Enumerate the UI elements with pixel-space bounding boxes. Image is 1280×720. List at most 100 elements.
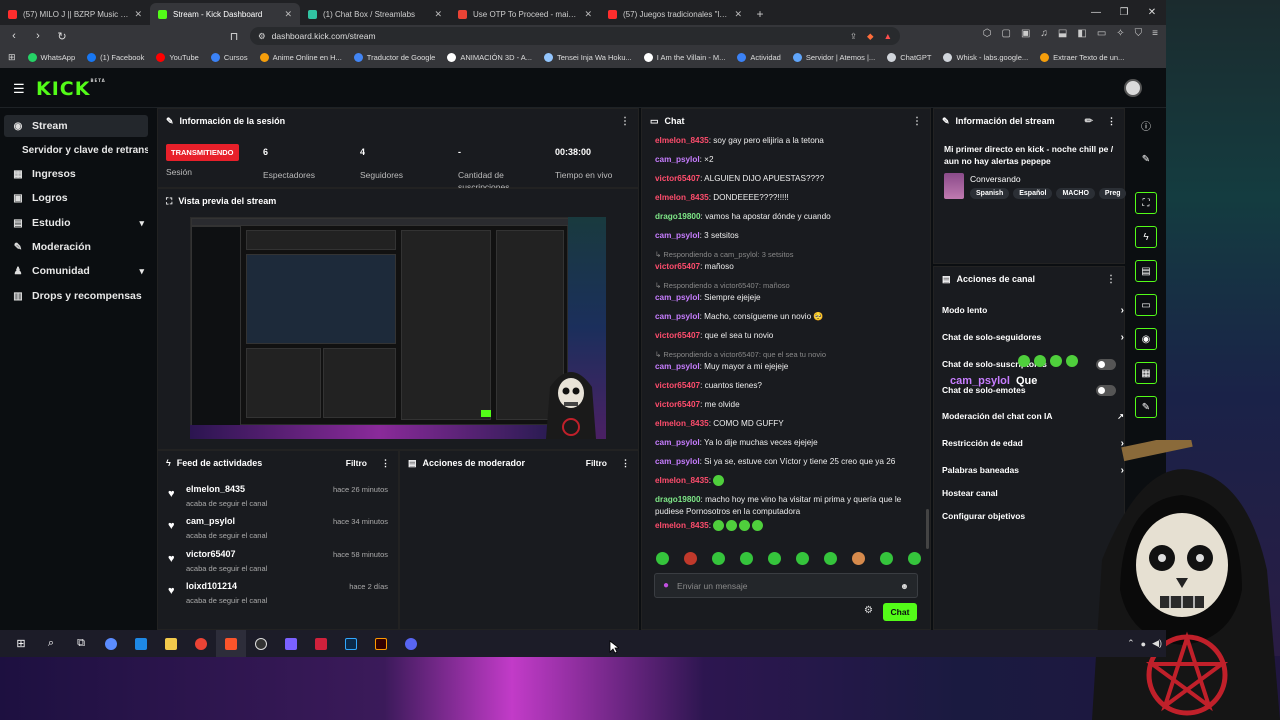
user-avatar[interactable] — [1124, 79, 1142, 97]
chat-username[interactable]: cam_psylol — [655, 293, 700, 302]
close-tab-icon[interactable]: ✕ — [434, 9, 442, 20]
sidebar-item-drops[interactable]: ▥ Drops y recompensas — [4, 285, 148, 307]
windows-start-icon[interactable]: ⊞ — [6, 630, 36, 657]
follower-name[interactable]: loixd101214 — [186, 581, 237, 591]
sidebar-item-stream[interactable]: ◉ Stream — [4, 115, 148, 137]
action-ai-moderation[interactable]: Moderación del chat con IA ↗ — [942, 406, 1124, 426]
minimize-icon[interactable]: — — [1082, 0, 1110, 25]
stream-category[interactable]: Conversando — [970, 174, 1021, 184]
close-tab-icon[interactable]: ✕ — [134, 9, 142, 20]
obs-icon[interactable] — [246, 630, 276, 657]
broadcast-icon[interactable]: ◉ — [1135, 328, 1157, 350]
chat-username[interactable]: drago19800 — [655, 212, 701, 221]
browser-tab[interactable]: (57) MILO J || BZRP Music Session ✕ — [0, 3, 150, 25]
send-chat-button[interactable]: Chat — [883, 603, 917, 621]
chrome-icon[interactable] — [186, 630, 216, 657]
gear-icon[interactable]: ⚙ — [864, 605, 873, 616]
bookmark-item[interactable]: ChatGPT — [887, 53, 931, 62]
chat-username[interactable]: victor65407 — [655, 331, 700, 340]
chat-username[interactable]: elmelon_8435 — [655, 521, 709, 530]
browser-tab[interactable]: (57) Juegos tradicionales "los yases" ✕ — [600, 3, 750, 25]
sidebar-item-comunidad[interactable]: ♟ Comunidad ▾ — [4, 260, 148, 282]
chevron-up-icon[interactable]: ⌃ — [1127, 638, 1135, 649]
photoshop-icon[interactable] — [336, 630, 366, 657]
more-options-icon[interactable]: ⋮ — [1106, 274, 1116, 285]
sidebar-item-estudio[interactable]: ▤ Estudio ▾ — [4, 212, 148, 234]
bookmark-item[interactable]: Cursos — [210, 53, 248, 62]
forward-icon[interactable]: › — [30, 30, 46, 42]
chat-username[interactable]: cam_psylol — [655, 540, 700, 541]
kick-logo[interactable]: KICKBETA — [36, 78, 106, 100]
bolt-icon[interactable]: ϟ — [1135, 226, 1157, 248]
chat-username[interactable]: cam_psylol — [655, 438, 700, 447]
illustrator-icon[interactable] — [366, 630, 396, 657]
tag-badge[interactable]: MACHO — [1056, 188, 1095, 199]
chat-username[interactable]: victor65407 — [655, 381, 700, 390]
emote-icon[interactable] — [712, 552, 725, 565]
emote-icon[interactable] — [768, 552, 781, 565]
bookmark-item[interactable]: Actividad — [737, 53, 781, 62]
chat-username[interactable]: elmelon_8435 — [655, 476, 709, 485]
search-icon[interactable]: ⌕ — [36, 630, 66, 657]
store-icon[interactable] — [126, 630, 156, 657]
sidebar-item-logros[interactable]: ▣ Logros — [4, 187, 148, 209]
chat-input[interactable]: ● Enviar un mensaje ☻ — [654, 573, 918, 598]
chat-username[interactable]: cam_psylol — [655, 155, 700, 164]
more-options-icon[interactable]: ⋮ — [1107, 116, 1116, 127]
bookmark-item[interactable]: Servidor | Atemos |... — [792, 53, 875, 62]
file-explorer-icon[interactable] — [156, 630, 186, 657]
app-icon[interactable] — [306, 630, 336, 657]
chat-icon[interactable]: ▭ — [1135, 294, 1157, 316]
site-info-icon[interactable]: ⚙ — [258, 31, 266, 42]
vpn-icon[interactable]: ⛉ — [1135, 28, 1143, 39]
chat-username[interactable]: cam_psylol — [655, 231, 700, 240]
info-icon[interactable]: ⓘ — [1135, 114, 1157, 136]
task-view-icon[interactable]: ⧉ — [66, 630, 96, 657]
extension-icon[interactable]: ⬓ — [1058, 28, 1067, 39]
tag-badge[interactable]: Preg — [1098, 188, 1127, 199]
action-slow-mode[interactable]: Modo lento › — [942, 300, 1124, 320]
filter-button[interactable]: Filtro — [346, 458, 367, 468]
sidebar-icon[interactable]: ◧ — [1077, 28, 1086, 39]
wrench-icon[interactable]: ✎ — [1135, 396, 1157, 418]
chat-username[interactable]: elmelon_8435 — [655, 136, 709, 145]
emote-icon[interactable] — [796, 552, 809, 565]
extension-icon[interactable]: ⬡ — [983, 28, 992, 39]
emote-icon[interactable] — [852, 552, 865, 565]
edit-icon[interactable]: ✏ — [1085, 116, 1093, 127]
wallet-icon[interactable]: ▭ — [1097, 28, 1106, 39]
pencil-icon[interactable]: ✎ — [1135, 148, 1157, 170]
emotes-only-toggle[interactable] — [1096, 385, 1116, 396]
emote-icon[interactable] — [824, 552, 837, 565]
browser-tab[interactable]: (1) Chat Box / Streamlabs ✕ — [300, 3, 450, 25]
bookmark-item[interactable]: ANIMACIÓN 3D - A... — [447, 53, 532, 62]
notes-icon[interactable]: ▤ — [1135, 260, 1157, 282]
bookmark-icon[interactable]: ⊓ — [226, 30, 242, 43]
more-options-icon[interactable]: ⋮ — [912, 116, 922, 127]
action-followers-only[interactable]: Chat de solo-seguidores › — [942, 327, 1124, 347]
bookmark-item[interactable]: Whisk - labs.google... — [943, 53, 1028, 62]
chat-username[interactable]: victor65407 — [655, 262, 700, 271]
brave-shield-icon[interactable]: ◆ — [867, 31, 874, 42]
app-icon[interactable] — [276, 630, 306, 657]
chat-scrollbar[interactable] — [926, 509, 929, 549]
close-window-icon[interactable]: ✕ — [1138, 0, 1166, 25]
extension-icon[interactable]: ▢ — [1002, 28, 1011, 39]
chat-username[interactable]: cam_psylol — [655, 362, 700, 371]
bookmark-item[interactable]: (1) Facebook — [87, 53, 144, 62]
bookmark-item[interactable]: YouTube — [156, 53, 199, 62]
chat-username[interactable]: cam_psylol — [655, 457, 700, 466]
crop-icon[interactable]: ⛶ — [1135, 192, 1157, 214]
sidebar-item-server-key[interactable]: Servidor y clave de retransmisión — [4, 139, 148, 161]
chat-username[interactable]: cam_psylol — [655, 312, 700, 321]
microphone-icon[interactable]: ● — [1141, 639, 1146, 649]
leo-icon[interactable]: ✧ — [1116, 28, 1124, 39]
apps-icon[interactable]: ⊞ — [8, 52, 16, 63]
tag-badge[interactable]: Español — [1013, 188, 1053, 199]
volume-icon[interactable]: ◀) — [1152, 638, 1162, 649]
bookmark-item[interactable]: WhatsApp — [27, 53, 75, 62]
more-options-icon[interactable]: ⋮ — [381, 458, 390, 469]
browser-tab-active[interactable]: Stream - Kick Dashboard ✕ — [150, 3, 300, 25]
microphone-icon[interactable]: ● — [663, 580, 669, 591]
emote-icon[interactable] — [880, 552, 893, 565]
